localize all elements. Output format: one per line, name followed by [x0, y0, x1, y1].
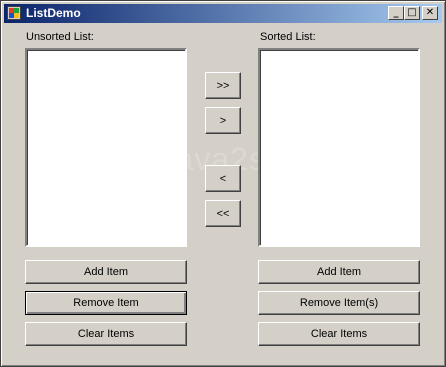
- window-title: ListDemo: [26, 6, 81, 20]
- unsorted-list-label: Unsorted List:: [26, 31, 94, 43]
- unsorted-remove-item-button[interactable]: Remove Item: [25, 291, 187, 315]
- move-right-button[interactable]: >: [205, 107, 241, 134]
- move-left-button[interactable]: <: [205, 165, 241, 192]
- move-all-left-button[interactable]: <<: [205, 200, 241, 227]
- minimize-button[interactable]: _: [388, 6, 404, 20]
- listdemo-window: ListDemo _ □ ✕ www.java2s.com Unsorted L…: [0, 0, 446, 367]
- close-button[interactable]: ✕: [422, 6, 438, 20]
- unsorted-add-item-button[interactable]: Add Item: [25, 260, 187, 284]
- sorted-add-item-button[interactable]: Add Item: [258, 260, 420, 284]
- app-icon[interactable]: [7, 6, 21, 20]
- title-bar[interactable]: ListDemo _ □ ✕: [4, 4, 442, 23]
- sorted-remove-items-button[interactable]: Remove Item(s): [258, 291, 420, 315]
- unsorted-clear-items-button[interactable]: Clear Items: [25, 322, 187, 346]
- maximize-button[interactable]: □: [404, 6, 420, 20]
- unsorted-listbox[interactable]: [25, 48, 187, 247]
- app-icon-yellow-cell: [14, 13, 19, 18]
- sorted-list-label: Sorted List:: [260, 31, 316, 43]
- sorted-clear-items-button[interactable]: Clear Items: [258, 322, 420, 346]
- sorted-listbox[interactable]: [258, 48, 420, 247]
- move-all-right-button[interactable]: >>: [205, 72, 241, 99]
